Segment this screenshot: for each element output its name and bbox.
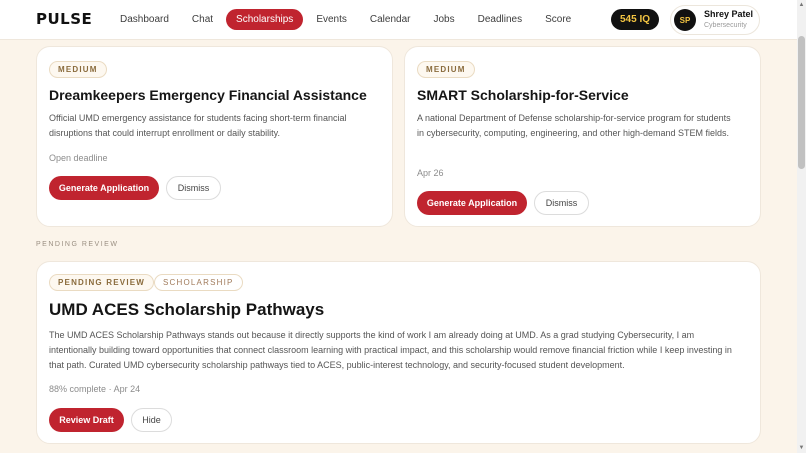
card-title: UMD ACES Scholarship Pathways xyxy=(49,300,325,319)
status-badge: PENDING REVIEW xyxy=(49,274,155,291)
nav-dashboard[interactable]: Dashboard xyxy=(110,9,179,30)
generate-application-button[interactable]: Generate Application xyxy=(417,191,527,215)
card-title: SMART Scholarship-for-Service xyxy=(417,87,629,103)
card-description: The UMD ACES Scholarship Pathways stands… xyxy=(49,330,732,370)
iq-score-badge[interactable]: 545 IQ xyxy=(611,9,659,30)
priority-badge: MEDIUM xyxy=(49,61,107,78)
user-name: Shrey Patel xyxy=(704,9,754,19)
pending-review-section-label: PENDING REVIEW xyxy=(36,241,119,248)
card-description: Official UMD emergency assistance for st… xyxy=(49,113,347,138)
meta-separator: · xyxy=(108,384,112,394)
avatar: SP xyxy=(674,9,696,31)
card-deadline: Apr 26 xyxy=(417,168,444,178)
nav-deadlines[interactable]: Deadlines xyxy=(468,9,532,30)
user-profile-chip[interactable]: SP Shrey Patel Cybersecurity xyxy=(670,5,760,35)
nav-chat[interactable]: Chat xyxy=(182,9,223,30)
generate-application-button[interactable]: Generate Application xyxy=(49,176,159,200)
nav-events[interactable]: Events xyxy=(306,9,357,30)
nav-scholarships[interactable]: Scholarships xyxy=(226,9,304,30)
card-title: Dreamkeepers Emergency Financial Assista… xyxy=(49,87,367,103)
review-draft-button[interactable]: Review Draft xyxy=(49,408,124,432)
app-logo[interactable]: PULSE xyxy=(36,10,92,28)
page-scrollbar[interactable]: ▲ ▼ xyxy=(797,0,806,453)
progress-text: 88% complete xyxy=(49,384,107,394)
scholarship-card-smart: MEDIUM SMART Scholarship-for-Service A n… xyxy=(404,46,761,227)
card-description: A national Department of Defense scholar… xyxy=(417,113,731,138)
scroll-up-arrow-icon[interactable]: ▲ xyxy=(798,2,805,8)
card-date: Apr 24 xyxy=(113,384,141,394)
pending-scholarship-card: PENDING REVIEW SCHOLARSHIP UMD ACES Scho… xyxy=(36,261,761,444)
dismiss-button[interactable]: Dismiss xyxy=(534,191,589,215)
main-nav: Dashboard Chat Scholarships Events Calen… xyxy=(110,9,584,30)
scroll-thumb[interactable] xyxy=(798,36,805,169)
nav-score[interactable]: Score xyxy=(535,9,581,30)
hide-button[interactable]: Hide xyxy=(131,408,172,432)
dismiss-button[interactable]: Dismiss xyxy=(166,176,221,200)
scroll-down-arrow-icon[interactable]: ▼ xyxy=(798,445,805,451)
nav-calendar[interactable]: Calendar xyxy=(360,9,421,30)
type-badge: SCHOLARSHIP xyxy=(154,274,243,291)
scholarship-card-dreamkeepers: MEDIUM Dreamkeepers Emergency Financial … xyxy=(36,46,393,227)
top-navbar: PULSE Dashboard Chat Scholarships Events… xyxy=(0,0,797,40)
card-deadline: Open deadline xyxy=(49,153,108,163)
user-subtitle: Cybersecurity xyxy=(704,22,747,29)
nav-jobs[interactable]: Jobs xyxy=(423,9,464,30)
card-progress-meta: 88% complete · Apr 24 xyxy=(49,384,140,394)
priority-badge: MEDIUM xyxy=(417,61,475,78)
